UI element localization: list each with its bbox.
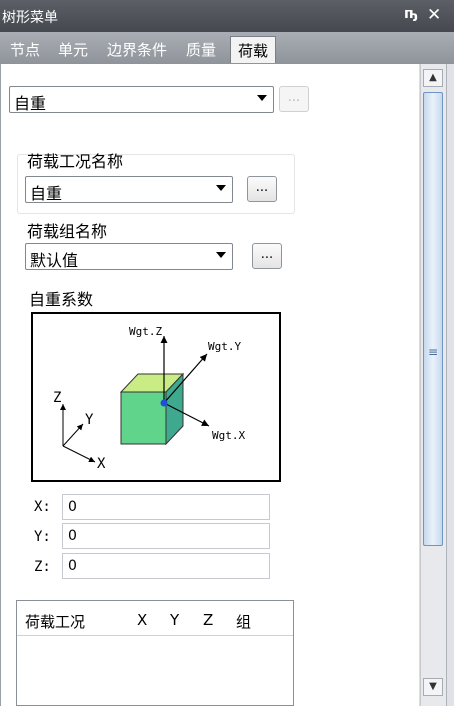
wgt-x-label: Wgt.X bbox=[212, 429, 245, 442]
axis-y-label: Y bbox=[85, 412, 94, 428]
scroll-thumb[interactable]: ≡ bbox=[423, 92, 443, 546]
tab-strip: 节点 单元 边界条件 质量 荷载 bbox=[0, 32, 454, 64]
pin-icon[interactable]: ҧ bbox=[404, 6, 418, 22]
axis-x-label: X bbox=[97, 456, 106, 472]
load-case-value: 自重 bbox=[30, 184, 63, 203]
load-table[interactable]: 荷载工况 X Y Z 组 bbox=[16, 600, 294, 706]
load-group-label: 荷载组名称 bbox=[27, 222, 108, 241]
self-weight-diagram: Wgt.Z Wgt.Y Wgt.X Z Y X bbox=[31, 312, 281, 482]
scroll-up-arrow-icon[interactable]: ▲ bbox=[423, 69, 443, 87]
col-x[interactable]: X bbox=[137, 611, 147, 629]
self-weight-label: 自重系数 bbox=[29, 290, 94, 309]
close-icon[interactable]: ✕ bbox=[427, 5, 441, 25]
col-z[interactable]: Z bbox=[203, 611, 213, 629]
title-bar: 树形菜单 ҧ ✕ bbox=[0, 0, 454, 32]
x-factor-input[interactable]: 0 bbox=[62, 494, 270, 520]
axis-z-label: Z bbox=[53, 390, 61, 406]
load-group-more-button[interactable]: ... bbox=[252, 243, 282, 269]
tab-nodes[interactable]: 节点 bbox=[10, 39, 40, 60]
wgt-y-label: Wgt.Y bbox=[208, 340, 241, 353]
col-y[interactable]: Y bbox=[170, 611, 179, 629]
tab-mass[interactable]: 质量 bbox=[186, 39, 216, 60]
window-edge bbox=[446, 64, 454, 706]
y-factor-label: Y: bbox=[34, 529, 51, 545]
load-case-label: 荷载工况名称 bbox=[27, 152, 124, 171]
table-header: 荷载工况 X Y Z 组 bbox=[17, 601, 293, 636]
origin-point bbox=[160, 399, 168, 407]
load-type-more-button[interactable]: ... bbox=[279, 86, 309, 112]
chevron-down-icon bbox=[216, 252, 226, 258]
cube-front-face bbox=[120, 391, 167, 445]
load-type-select[interactable]: 自重 bbox=[9, 86, 274, 113]
load-type-value: 自重 bbox=[14, 94, 47, 113]
tab-elements[interactable]: 单元 bbox=[58, 39, 88, 60]
z-factor-label: Z: bbox=[34, 559, 51, 575]
load-case-select[interactable]: 自重 bbox=[25, 176, 233, 203]
scroll-down-arrow-icon[interactable]: ▼ bbox=[423, 678, 443, 696]
z-factor-input[interactable]: 0 bbox=[62, 553, 270, 579]
tab-load[interactable]: 荷载 bbox=[230, 36, 276, 63]
wgt-z-label: Wgt.Z bbox=[129, 325, 162, 338]
col-load-case[interactable]: 荷载工况 bbox=[25, 611, 85, 632]
chevron-down-icon bbox=[257, 95, 267, 101]
x-factor-label: X: bbox=[34, 499, 51, 515]
y-factor-input[interactable]: 0 bbox=[62, 523, 270, 549]
chevron-down-icon bbox=[216, 185, 226, 191]
scroll-grip-icon: ≡ bbox=[428, 345, 439, 359]
tab-boundary[interactable]: 边界条件 bbox=[107, 39, 167, 60]
load-case-more-button[interactable]: ... bbox=[247, 176, 277, 202]
col-group[interactable]: 组 bbox=[236, 611, 251, 632]
load-group-value: 默认值 bbox=[30, 251, 79, 270]
load-group-select[interactable]: 默认值 bbox=[25, 243, 233, 270]
vertical-scrollbar[interactable]: ▲ ≡ ▼ bbox=[420, 64, 447, 706]
window-title: 树形菜单 bbox=[2, 10, 58, 26]
cube-axes-illustration: Wgt.Z Wgt.Y Wgt.X Z Y X bbox=[53, 325, 245, 472]
